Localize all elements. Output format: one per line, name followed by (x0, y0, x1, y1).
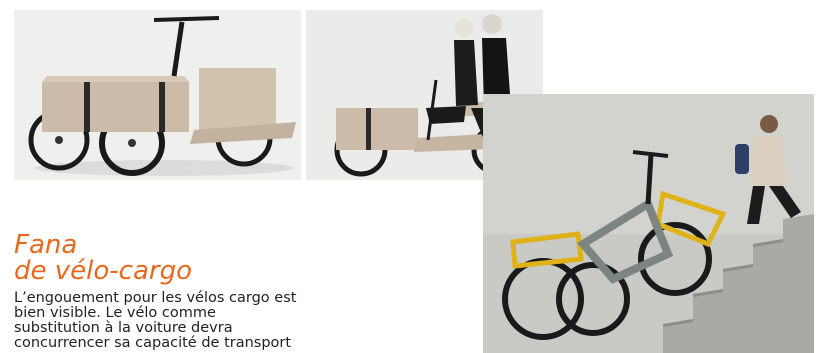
heading-line-1: Fana (14, 230, 78, 260)
heading-line-2: de vélo-cargo (14, 256, 192, 286)
cargo-bike-photo-3 (483, 94, 814, 353)
article-body: L’engouement pour les vélos cargo est bi… (14, 291, 394, 351)
body-line: L’engouement pour les vélos cargo est (14, 290, 297, 306)
cargo-bike-photo-1 (14, 10, 301, 180)
body-line: bien visible. Le vélo comme (14, 305, 216, 321)
body-line: substitution à la voiture devra (14, 320, 233, 336)
article-heading: Fana de vélo-cargo (14, 232, 192, 284)
body-line: concurrencer sa capacité de transport (14, 335, 292, 351)
